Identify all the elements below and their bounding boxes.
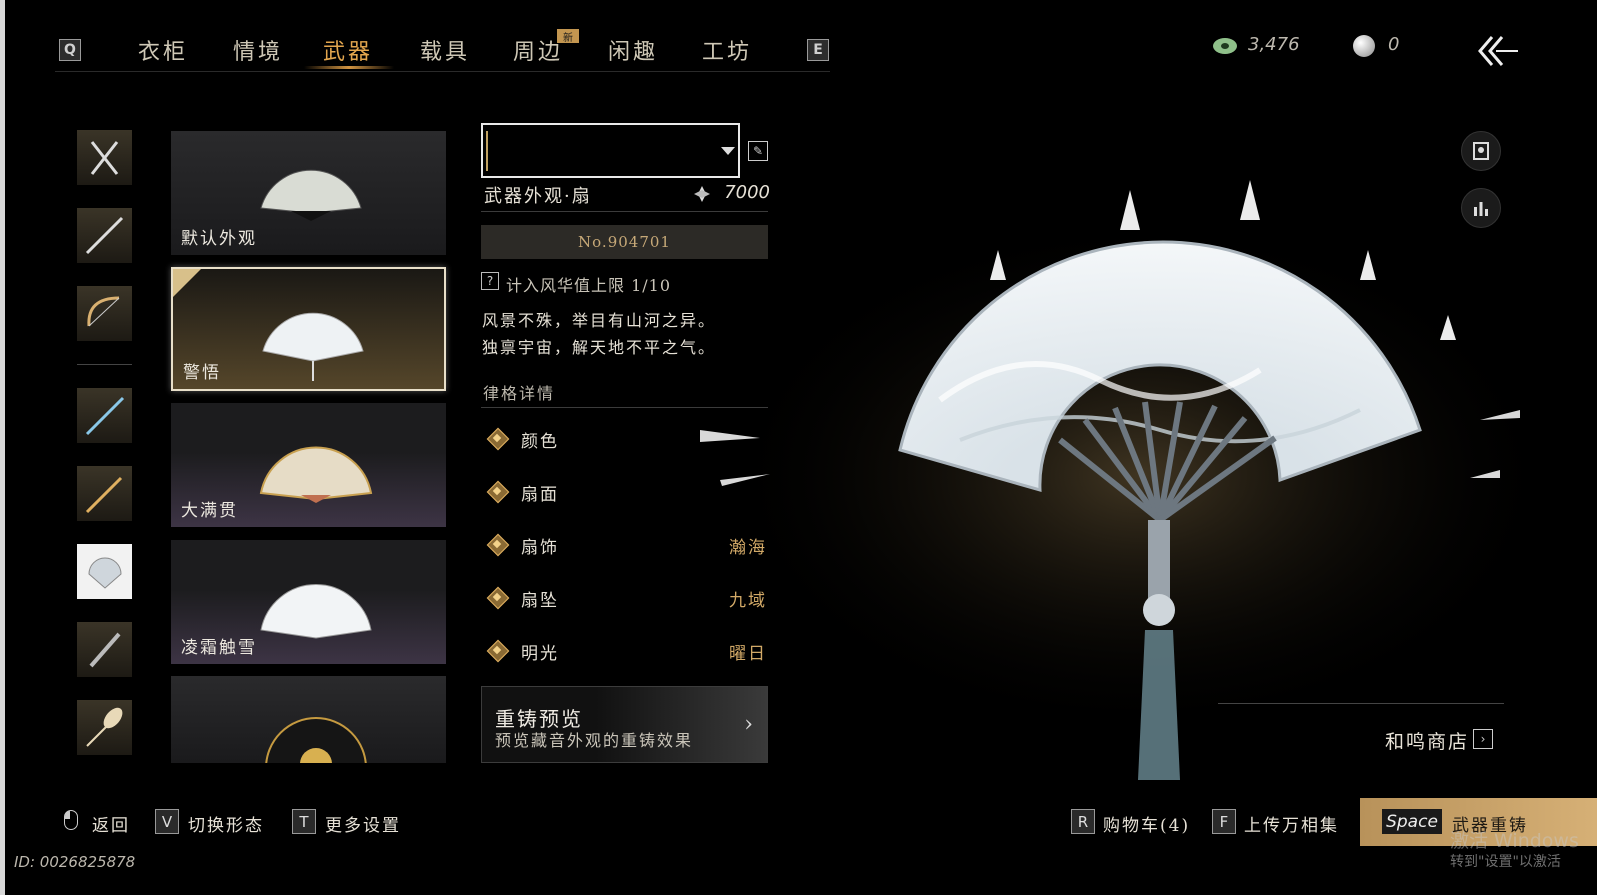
fan-thumbnail-icon <box>262 312 364 381</box>
stats-chart-icon[interactable] <box>1461 188 1501 228</box>
divider <box>481 211 768 212</box>
appearance-card[interactable] <box>171 676 446 763</box>
more-key[interactable]: T <box>292 809 316 834</box>
appearance-card-selected[interactable]: 警悟 <box>171 267 446 391</box>
watermark-line: 激活 Windows <box>1450 830 1579 852</box>
portrait-icon[interactable] <box>1461 131 1501 171</box>
appearance-name-input[interactable] <box>481 123 740 178</box>
fan-thumbnail-icon <box>265 717 367 763</box>
section-title: 律格详情 <box>483 384 556 403</box>
attribute-name: 扇坠 <box>521 591 559 611</box>
tab-leisure[interactable]: 闲趣 <box>608 34 658 66</box>
category-halberd[interactable] <box>77 466 132 521</box>
prev-tab-key[interactable]: Q <box>59 39 81 61</box>
card-label: 凌霜触雪 <box>181 638 257 658</box>
attribute-value[interactable]: 曜日 <box>647 639 767 664</box>
attribute-name: 扇面 <box>521 485 559 505</box>
external-link-icon[interactable]: › <box>1473 729 1493 749</box>
appearance-price: 7000 <box>724 182 770 203</box>
new-badge: 新 <box>557 29 579 44</box>
shop-link[interactable]: 和鸣商店 <box>1385 727 1469 754</box>
tab-merch[interactable]: 周边 <box>513 34 563 66</box>
category-bow[interactable] <box>77 286 132 341</box>
attribute-value[interactable]: 瀚海 <box>647 533 767 558</box>
attribute-name: 明光 <box>521 644 559 664</box>
divider <box>1218 703 1504 704</box>
back-arrow-icon[interactable] <box>1476 33 1520 69</box>
fame-limit: 计入风华值上限 1/10 <box>506 276 672 295</box>
reforge-subtitle: 预览藏音外观的重铸效果 <box>495 731 694 750</box>
category-spear[interactable] <box>77 208 132 263</box>
appearance-card[interactable]: 大满贯 <box>171 403 446 527</box>
active-tab-indicator <box>304 66 394 69</box>
user-id: ID: 0026825878 <box>14 853 136 871</box>
description-line: 风景不殊，举目有山河之异。 <box>482 311 717 330</box>
card-label: 警悟 <box>183 363 221 383</box>
tab-wardrobe[interactable]: 衣柜 <box>138 34 188 66</box>
edit-icon[interactable]: ✎ <box>748 141 768 161</box>
fan-thumbnail-icon <box>260 584 372 639</box>
diamond-icon <box>486 427 508 449</box>
tab-scenario[interactable]: 情境 <box>233 34 283 66</box>
back-button[interactable]: 返回 <box>92 811 130 836</box>
appearance-type: 武器外观·扇 <box>484 186 592 207</box>
switch-key[interactable]: V <box>155 809 179 834</box>
category-dual-blades[interactable] <box>77 130 132 185</box>
space-key: Space <box>1382 809 1442 834</box>
jade-amount: 3,476 <box>1248 34 1300 55</box>
attribute-name: 颜色 <box>521 432 559 452</box>
diamond-icon <box>486 586 508 608</box>
pearl-amount: 0 <box>1388 34 1400 55</box>
switch-form-button[interactable]: 切换形态 <box>188 811 264 836</box>
fan-thumbnail-icon <box>259 446 373 503</box>
attribute-name: 扇饰 <box>521 538 559 558</box>
next-tab-key[interactable]: E <box>807 39 829 61</box>
cart-button[interactable]: 购物车(4) <box>1103 811 1190 836</box>
cart-key[interactable]: R <box>1071 809 1095 834</box>
divider <box>481 407 768 408</box>
serial-number: No.904701 <box>481 225 768 259</box>
reforge-preview-button[interactable]: 重铸预览 预览藏音外观的重铸效果 › <box>481 686 768 763</box>
more-settings-button[interactable]: 更多设置 <box>325 811 401 836</box>
card-label: 大满贯 <box>181 501 238 521</box>
jade-currency-icon <box>1212 36 1238 56</box>
window-edge <box>0 0 5 895</box>
category-feather[interactable] <box>77 700 132 755</box>
diamond-icon <box>486 480 508 502</box>
fan-thumbnail-icon <box>260 169 362 221</box>
tab-weapon[interactable]: 武器 <box>323 34 373 66</box>
diamond-icon <box>486 639 508 661</box>
description-line: 独禀宇宙，解天地不平之气。 <box>482 338 717 357</box>
upload-button[interactable]: 上传万相集 <box>1244 811 1339 836</box>
mouse-icon <box>64 810 78 830</box>
appearance-card[interactable]: 凌霜触雪 <box>171 540 446 664</box>
diamond-icon <box>486 533 508 555</box>
chevron-right-icon: › <box>744 712 753 737</box>
chevron-down-icon[interactable] <box>721 147 735 155</box>
pearl-currency-icon <box>1353 35 1375 57</box>
help-icon[interactable]: ? <box>481 272 499 290</box>
category-divider <box>77 364 132 365</box>
appearance-card[interactable]: 默认外观 <box>171 131 446 255</box>
category-umbrella[interactable] <box>77 622 132 677</box>
category-fan[interactable] <box>77 544 132 599</box>
selected-check-icon <box>173 269 201 297</box>
category-sword[interactable] <box>77 388 132 443</box>
watermark-line: 转到"设置"以激活 <box>1450 854 1561 870</box>
upload-key[interactable]: F <box>1212 809 1236 834</box>
attribute-value[interactable]: 九域 <box>647 586 767 611</box>
weapon-preview[interactable] <box>640 140 1560 790</box>
tab-vehicle[interactable]: 载具 <box>420 34 470 66</box>
tab-workshop[interactable]: 工坊 <box>702 34 752 66</box>
card-label: 默认外观 <box>181 229 257 249</box>
